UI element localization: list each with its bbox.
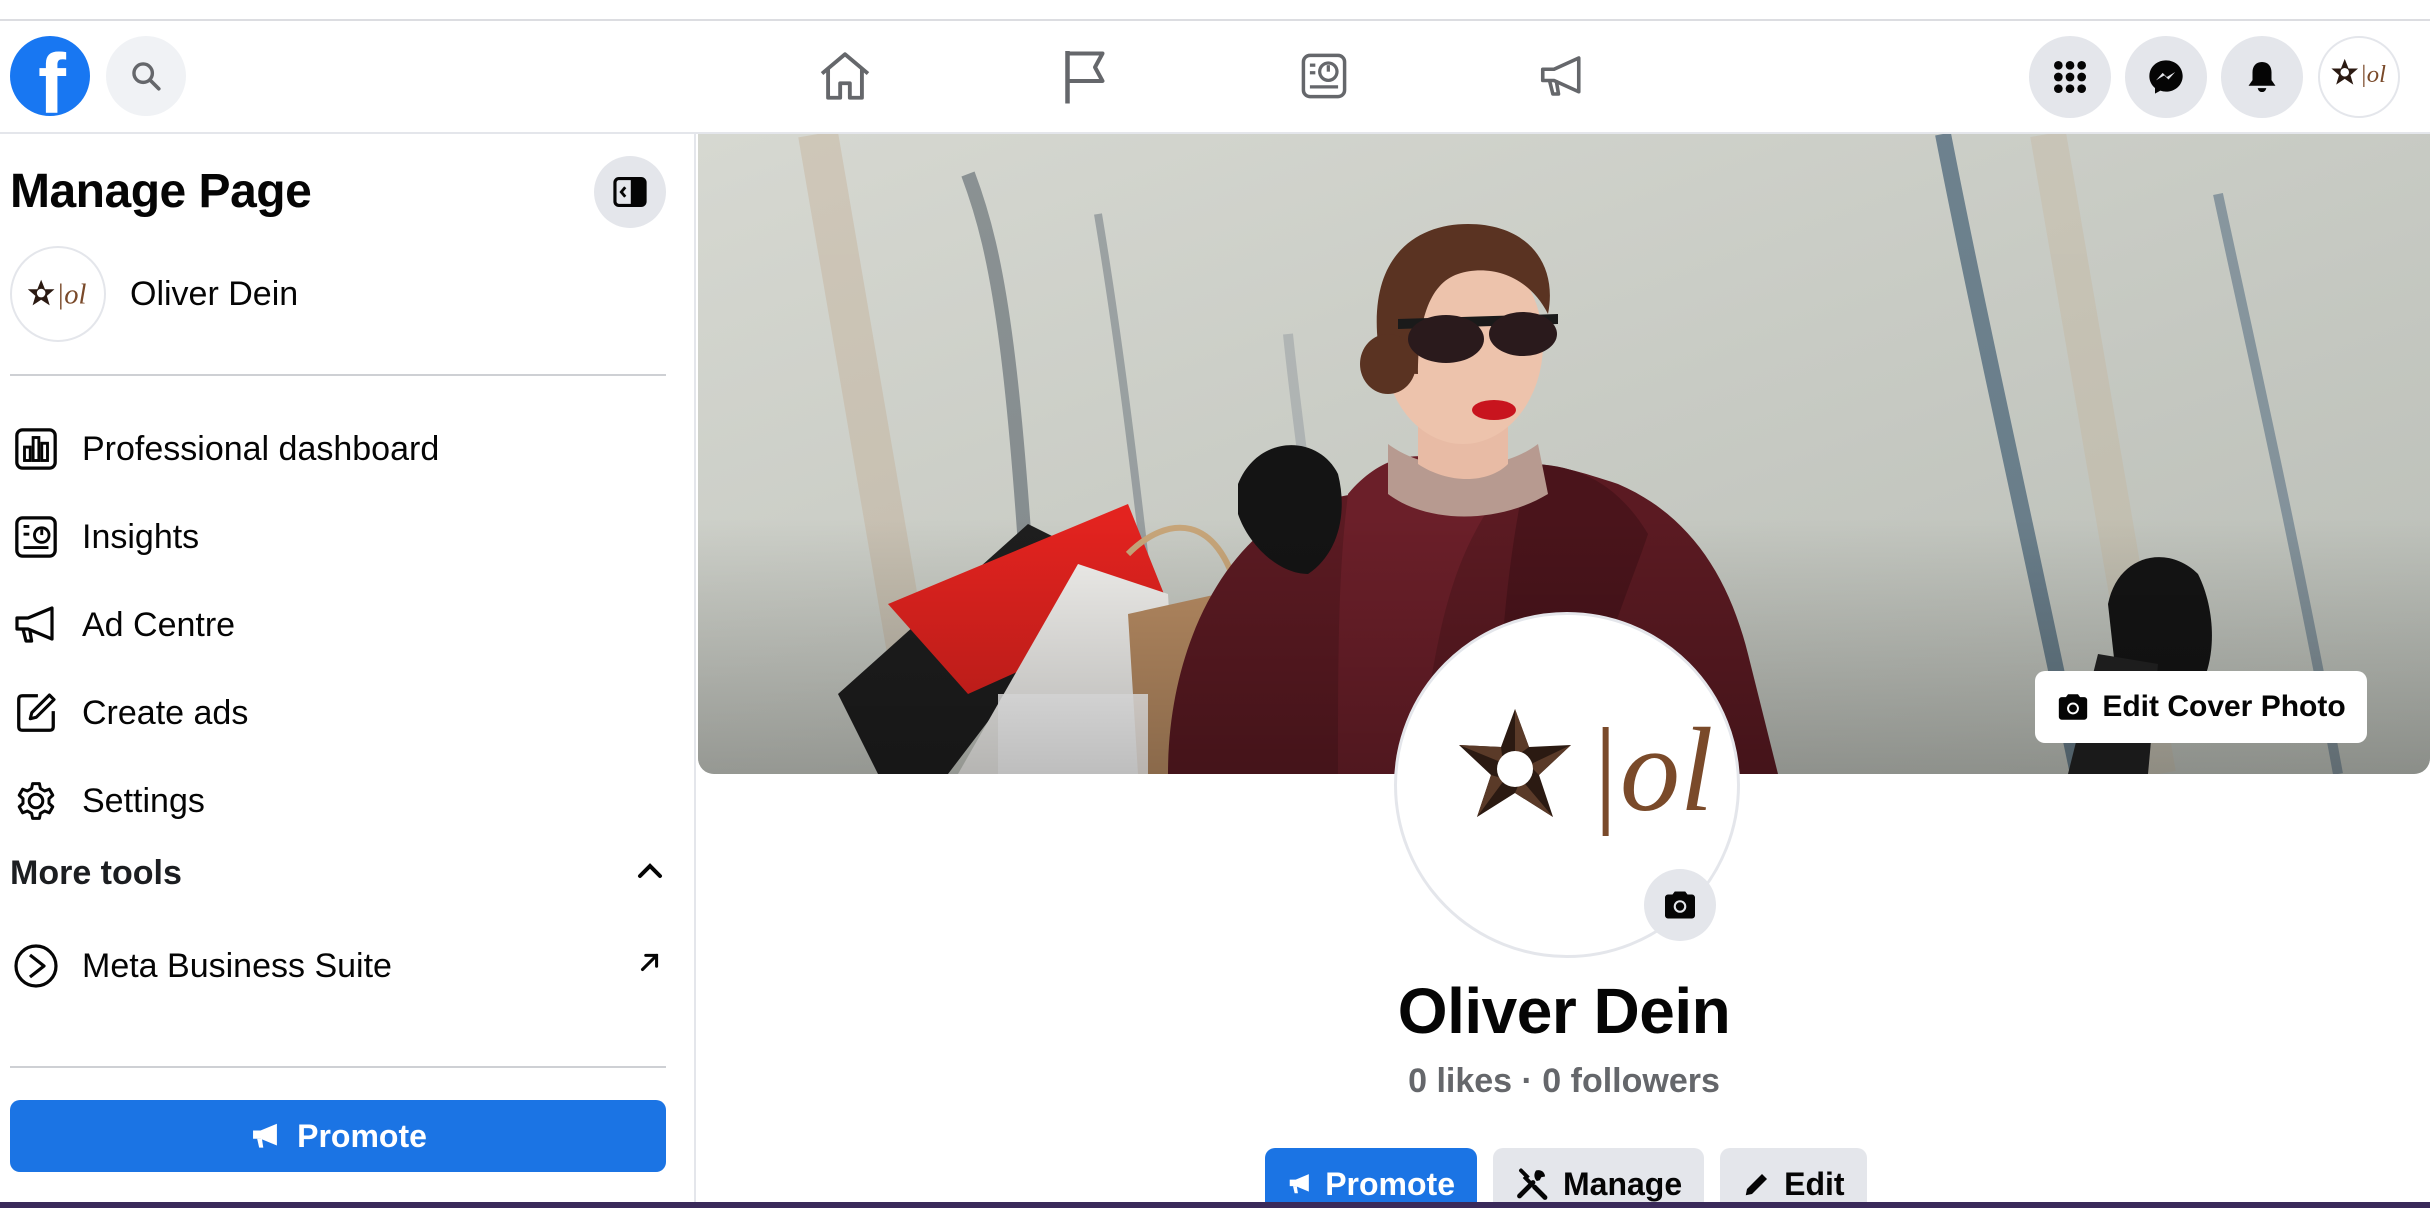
sidebar-item-label: Create ads bbox=[82, 693, 249, 732]
brand-logo-small: |ol bbox=[27, 280, 87, 311]
search-icon bbox=[132, 62, 161, 91]
promote-label: Promote bbox=[1325, 1165, 1455, 1202]
browser-top-strip bbox=[0, 0, 2430, 21]
sidebar-item-label: Ad Centre bbox=[82, 605, 236, 644]
facebook-logo[interactable]: f bbox=[10, 36, 90, 116]
pencil-icon bbox=[1745, 1174, 1768, 1196]
megaphone-icon bbox=[253, 1123, 278, 1148]
manage-page-sidebar: Manage Page |ol Oliver Dein Professional… bbox=[0, 134, 696, 1208]
messenger-button[interactable] bbox=[2125, 36, 2207, 118]
messenger-icon bbox=[2149, 60, 2183, 94]
manage-button[interactable]: Manage bbox=[1493, 1148, 1705, 1208]
current-page-row[interactable]: |ol Oliver Dein bbox=[10, 246, 298, 342]
top-navigation-bar: f |ol bbox=[0, 21, 2430, 134]
nav-insights-tab[interactable] bbox=[1276, 41, 1372, 111]
grid-menu-icon bbox=[2054, 61, 2086, 93]
edit-cover-photo-button[interactable]: Edit Cover Photo bbox=[2035, 671, 2367, 743]
dashboard-icon bbox=[10, 423, 62, 475]
external-link-icon bbox=[640, 953, 659, 972]
sidebar-item-settings[interactable]: Settings bbox=[10, 766, 205, 836]
nav-home-tab[interactable] bbox=[797, 41, 893, 111]
home-icon bbox=[820, 52, 870, 100]
meta-business-icon bbox=[10, 940, 62, 992]
bell-icon bbox=[2248, 61, 2276, 93]
page-avatar: |ol bbox=[10, 246, 106, 342]
more-tools-heading[interactable]: More tools bbox=[10, 854, 182, 893]
gear-icon bbox=[10, 775, 62, 827]
sidebar-item-professional-dashboard[interactable]: Professional dashboard bbox=[10, 414, 439, 484]
megaphone-icon bbox=[1289, 1174, 1309, 1194]
tools-icon bbox=[1517, 1168, 1548, 1200]
update-profile-picture-button[interactable] bbox=[1644, 869, 1716, 941]
sidebar-divider bbox=[10, 374, 666, 376]
flag-icon bbox=[1065, 51, 1105, 104]
insights-icon bbox=[10, 511, 62, 563]
page-main-content: Edit Cover Photo |ol Oliver Dein 0 likes… bbox=[698, 134, 2430, 1208]
camera-icon bbox=[1665, 891, 1695, 919]
sidebar-title: Manage Page bbox=[10, 165, 312, 218]
sidebar-item-label: Insights bbox=[82, 517, 200, 556]
account-avatar[interactable]: |ol bbox=[2318, 36, 2400, 118]
edit-label: Edit bbox=[1784, 1165, 1845, 1202]
insights-icon bbox=[1301, 53, 1347, 99]
edit-button[interactable]: Edit bbox=[1720, 1148, 1867, 1208]
chevron-up-icon[interactable] bbox=[636, 860, 664, 880]
sidebar-promote-button[interactable]: Promote bbox=[10, 1100, 666, 1172]
sidebar-item-label: Settings bbox=[82, 781, 205, 820]
profile-name: Oliver Dein bbox=[1397, 975, 1731, 1047]
manage-label: Manage bbox=[1563, 1165, 1683, 1202]
edit-icon bbox=[10, 687, 62, 739]
page-name: Oliver Dein bbox=[130, 274, 299, 313]
edit-cover-photo-label: Edit Cover Photo bbox=[2102, 690, 2346, 723]
collapse-sidebar-button[interactable] bbox=[594, 156, 666, 228]
sidebar-item-meta-business-suite[interactable]: Meta Business Suite bbox=[10, 931, 392, 1001]
profile-action-buttons: Promote Manage Edit bbox=[1265, 1148, 1867, 1208]
search-button[interactable] bbox=[106, 36, 186, 116]
promote-label: Promote bbox=[297, 1117, 427, 1154]
sidebar-item-create-ads[interactable]: Create ads bbox=[10, 678, 248, 748]
svg-text:|ol: |ol bbox=[1587, 703, 1713, 836]
promote-button[interactable]: Promote bbox=[1265, 1148, 1477, 1208]
sidebar-toggle-icon bbox=[613, 176, 647, 208]
notifications-button[interactable] bbox=[2221, 36, 2303, 118]
window-bottom-edge bbox=[0, 1202, 2430, 1208]
sidebar-item-insights[interactable]: Insights bbox=[10, 502, 199, 572]
nav-pages-tab[interactable] bbox=[1037, 41, 1133, 111]
brand-logo-small: |ol bbox=[2331, 58, 2386, 88]
megaphone-icon bbox=[10, 599, 62, 651]
megaphone-icon bbox=[1540, 56, 1581, 96]
sidebar-item-label: Meta Business Suite bbox=[82, 946, 392, 985]
sidebar-item-ad-centre[interactable]: Ad Centre bbox=[10, 590, 235, 660]
menu-button[interactable] bbox=[2029, 36, 2111, 118]
camera-icon bbox=[2059, 694, 2088, 720]
sidebar-item-label: Professional dashboard bbox=[82, 429, 440, 468]
nav-ads-tab[interactable] bbox=[1515, 41, 1611, 111]
likes-followers-count[interactable]: 0 likes · 0 followers bbox=[698, 1062, 2430, 1101]
svg-text:|ol: |ol bbox=[2360, 61, 2386, 88]
sidebar-divider bbox=[10, 1066, 666, 1068]
svg-text:|ol: |ol bbox=[56, 280, 86, 311]
